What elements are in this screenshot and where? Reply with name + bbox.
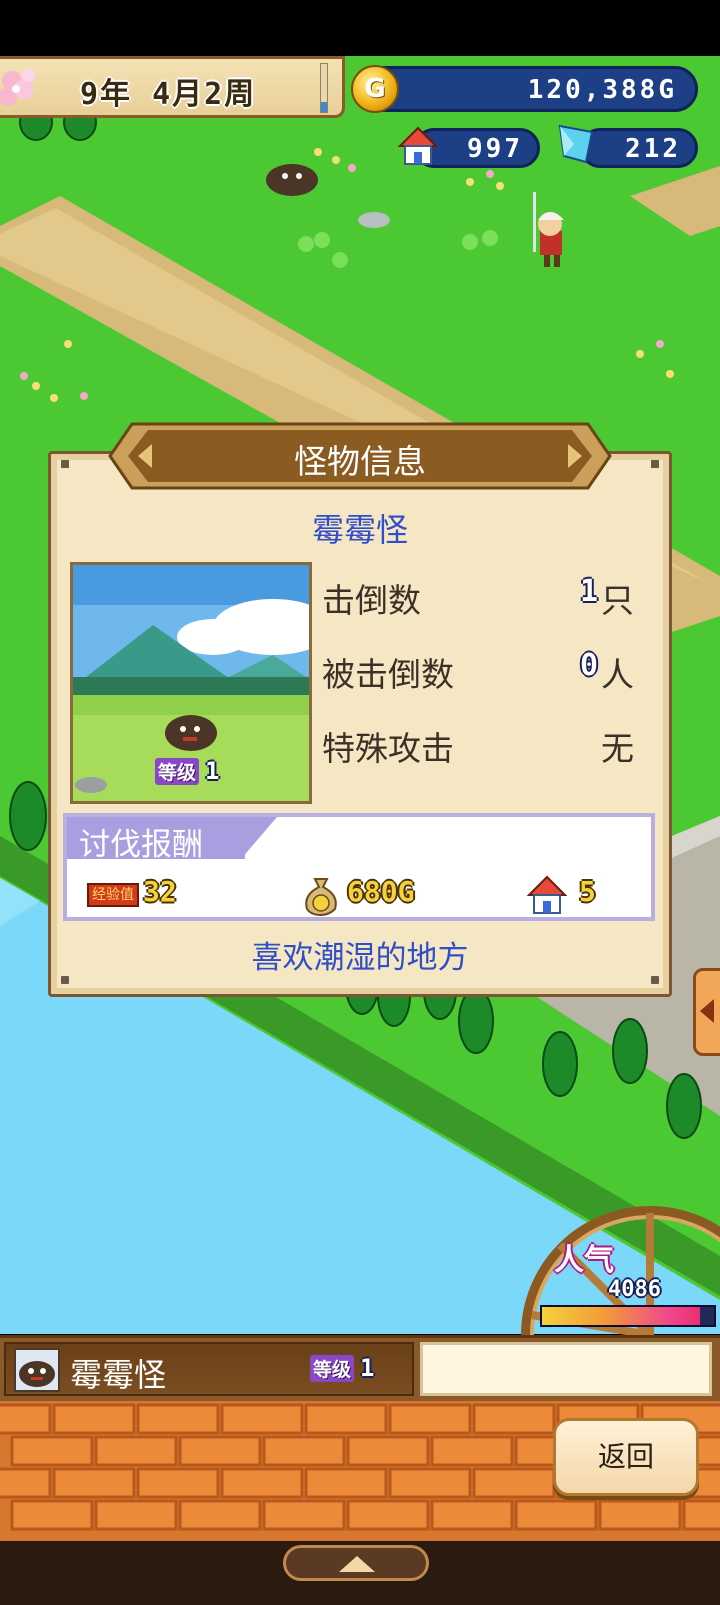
slime-icon	[19, 1361, 55, 1387]
popularity-bar	[540, 1305, 716, 1327]
date-panel: 9年 4月2周	[0, 56, 345, 118]
crystal-value: 212	[625, 134, 681, 164]
popularity-label: 人气	[554, 1243, 614, 1278]
message-box	[420, 1342, 712, 1396]
reward-gold-value: 680G	[347, 875, 415, 908]
reward-gold: 680G	[299, 873, 459, 917]
menu-expand-handle[interactable]	[283, 1545, 429, 1581]
rivet	[651, 460, 659, 468]
dialog-title-banner: 怪物信息	[108, 422, 612, 490]
gold-counter: G 120,388G	[351, 65, 698, 113]
return-button[interactable]: 返回	[553, 1418, 699, 1496]
house-icon	[526, 875, 568, 914]
reward-tab: 讨伐报酬	[67, 817, 277, 863]
exp-badge: 经验值	[87, 883, 139, 907]
money-bag-icon	[305, 878, 337, 917]
stat-special-value: 无	[601, 729, 634, 768]
reward-exp: 经验值 32	[87, 873, 207, 917]
gold-value: 120,388G	[527, 75, 677, 105]
week-progress-fill	[321, 102, 327, 112]
town-value: 997	[467, 134, 523, 164]
stat-special-label: 特殊攻击	[322, 729, 454, 768]
reward-exp-value: 32	[143, 875, 177, 908]
selected-monster-info[interactable]: 霉霉怪 等级 1	[4, 1342, 414, 1396]
level-value: 1	[205, 757, 220, 785]
stat-kills-value: 1	[579, 574, 598, 609]
rivet	[61, 460, 69, 468]
popularity-bar-fill	[542, 1307, 701, 1325]
selected-monster-level: 等级 1	[310, 1354, 374, 1382]
stat-kills: 击倒数 1 只	[320, 566, 646, 622]
monster-avatar	[14, 1348, 60, 1392]
popularity-gauge: 人气 4086	[520, 1205, 720, 1335]
portrait-level: 等级 1	[155, 757, 219, 785]
level-tag: 等级	[310, 1354, 355, 1382]
cherry-blossom-icon	[0, 68, 35, 106]
monster-name: 霉霉怪	[311, 511, 408, 549]
selected-monster-bar: 霉霉怪 等级 1	[0, 1335, 720, 1401]
monster-description: 喜欢潮湿的地方	[251, 940, 469, 976]
stat-deaths-value: 0	[579, 648, 598, 683]
stat-special-attack: 特殊攻击 无	[320, 714, 646, 770]
gold-coin-icon: G	[351, 65, 399, 113]
reward-town: 5	[525, 873, 645, 917]
dialog-title: 怪物信息	[294, 442, 426, 481]
side-drawer-tab[interactable]	[693, 968, 720, 1056]
reward-panel: 讨伐报酬 经验值 32 680G 5	[63, 813, 655, 921]
week-progress-bar	[320, 63, 328, 113]
level-value: 1	[360, 1354, 375, 1382]
crystal-icon	[558, 124, 594, 164]
stat-kills-label: 击倒数	[322, 581, 421, 620]
monster-portrait: 等级 1	[70, 562, 312, 804]
house-icon	[397, 126, 439, 165]
popularity-value: 4086	[608, 1277, 661, 1302]
stat-kills-unit: 只	[601, 581, 634, 620]
reward-town-value: 5	[579, 875, 596, 908]
calendar-date: 9年 4月2周	[80, 77, 257, 112]
level-tag: 等级	[155, 757, 200, 785]
selected-monster-name: 霉霉怪	[70, 1356, 167, 1394]
reward-title: 讨伐报酬	[79, 827, 203, 863]
stat-deaths: 被击倒数 0 人	[320, 640, 646, 696]
stat-deaths-label: 被击倒数	[322, 655, 454, 694]
stat-deaths-unit: 人	[601, 655, 634, 694]
